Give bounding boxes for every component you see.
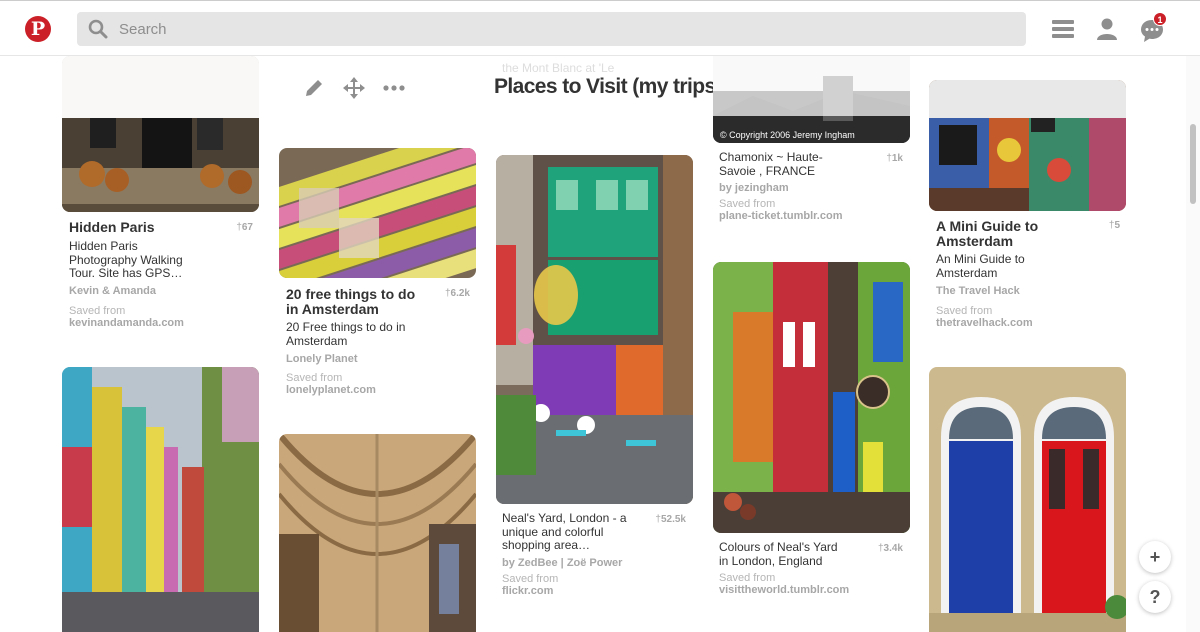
- pin-image-colorful-street[interactable]: [62, 367, 259, 632]
- pin-saved-from: Saved from visittheworld.tumblr.com: [719, 572, 849, 596]
- pin-description: Chamonix ~ Haute-Savoie , FRANCE: [719, 150, 823, 178]
- pin-source[interactable]: plane-ticket.tumblr.com: [719, 210, 842, 222]
- pin-source[interactable]: lonelyplanet.com: [286, 384, 376, 396]
- pin-description: Colours of Neal's Yard in London, Englan…: [719, 540, 838, 568]
- more-options-icon[interactable]: [382, 76, 406, 100]
- faded-overlay: [62, 56, 259, 118]
- pin-saved-from: Saved from lonelyplanet.com: [286, 372, 376, 396]
- pin-description: An Mini Guide to Amsterdam: [936, 252, 1025, 280]
- pin-title[interactable]: A Mini Guide to Amsterdam: [936, 219, 1056, 249]
- pin-description: Neal's Yard, London - a unique and color…: [502, 511, 627, 552]
- pin-source[interactable]: thetravelhack.com: [936, 317, 1033, 329]
- saved-from-label: Saved from: [69, 305, 126, 317]
- repin-count: 6.2k: [430, 288, 470, 299]
- top-header: P 1: [0, 0, 1200, 56]
- help-button[interactable]: ?: [1139, 581, 1171, 613]
- pin-description: Hidden Paris Photography Walking Tour. S…: [69, 239, 183, 280]
- search-icon: [88, 19, 108, 39]
- pin-image-amsterdam-shop[interactable]: [929, 80, 1126, 211]
- repin-count: 3.4k: [863, 543, 903, 554]
- board-title: Places to Visit (my trips): [494, 75, 723, 98]
- pin-description: 20 Free things to do in Amsterdam: [286, 320, 406, 348]
- pin-image-red-blue-doors[interactable]: [929, 367, 1126, 632]
- edit-pencil-icon[interactable]: [302, 76, 326, 100]
- pin-title[interactable]: 20 free things to do in Amsterdam: [286, 287, 421, 317]
- saved-from-label: Saved from: [719, 198, 776, 210]
- search-input[interactable]: [119, 12, 999, 46]
- faded-overlay: [713, 56, 910, 116]
- pin-source[interactable]: flickr.com: [502, 585, 558, 597]
- pin-source[interactable]: kevinandamanda.com: [69, 317, 184, 329]
- pin-author[interactable]: Lonely Planet: [286, 353, 358, 365]
- pin-image-tulip-market[interactable]: [279, 148, 476, 278]
- saved-from-label: Saved from: [719, 572, 776, 584]
- pin-author[interactable]: by jezingham: [719, 182, 789, 194]
- repin-count: 52.5k: [646, 514, 686, 525]
- pin-source[interactable]: visittheworld.tumblr.com: [719, 584, 849, 596]
- pin-author[interactable]: by ZedBee | Zoë Power: [502, 557, 622, 569]
- repin-count: 1k: [863, 153, 903, 164]
- search-bar[interactable]: [77, 12, 1026, 46]
- image-caption: © Copyright 2006 Jeremy Ingham: [720, 130, 855, 140]
- repin-count: 67: [213, 222, 253, 233]
- pin-author[interactable]: Kevin & Amanda: [69, 285, 156, 297]
- scrollbar-thumb[interactable]: [1190, 124, 1196, 204]
- pin-author[interactable]: The Travel Hack: [936, 285, 1020, 297]
- pin-saved-from: Saved from plane-ticket.tumblr.com: [719, 198, 842, 222]
- pin-saved-from: Saved from flickr.com: [502, 573, 558, 597]
- saved-from-label: Saved from: [286, 372, 343, 384]
- pin-image-neals-yard[interactable]: [496, 155, 693, 504]
- notification-badge: 1: [1153, 12, 1167, 26]
- pin-image-gothic-ceiling[interactable]: [279, 434, 476, 632]
- pinterest-logo-icon[interactable]: P: [25, 16, 51, 42]
- repin-count: 5: [1080, 220, 1120, 231]
- saved-from-label: Saved from: [502, 573, 559, 585]
- menu-list-icon[interactable]: [1049, 15, 1077, 43]
- pin-saved-from: Saved from thetravelhack.com: [936, 305, 1033, 329]
- profile-icon[interactable]: [1093, 15, 1121, 43]
- pin-saved-from: Saved from kevinandamanda.com: [69, 305, 184, 329]
- add-pin-button[interactable]: +: [1139, 541, 1171, 573]
- pin-title[interactable]: Hidden Paris: [69, 220, 219, 235]
- pin-image-neals-yard-colours[interactable]: [713, 262, 910, 533]
- faded-text: the Mont Blanc at 'Le: [502, 61, 615, 75]
- move-icon[interactable]: [342, 76, 366, 100]
- saved-from-label: Saved from: [936, 305, 993, 317]
